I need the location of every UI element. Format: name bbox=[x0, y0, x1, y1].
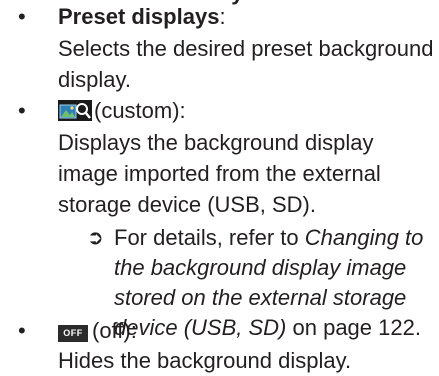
preset-colon: : bbox=[219, 4, 226, 29]
bullet-off: • bbox=[18, 318, 26, 343]
note-prefix: For details, refer to bbox=[114, 225, 305, 250]
custom-title: (custom): bbox=[94, 98, 186, 123]
item-title-off: OFF (off): bbox=[58, 316, 137, 346]
off-icon: OFF bbox=[58, 325, 88, 342]
bullet-preset: • bbox=[18, 4, 26, 29]
custom-note: For details, refer to Changing to the ba… bbox=[114, 223, 434, 343]
item-title-preset: Preset displays: bbox=[58, 2, 226, 32]
preset-title: Preset displays bbox=[58, 4, 220, 29]
manual-page: • Select the item you want to set. • Pre… bbox=[0, 0, 439, 373]
item-body-preset: Selects the desired preset background di… bbox=[58, 36, 434, 92]
off-title: (off): bbox=[92, 318, 137, 343]
item-body-off: Hides the background display. bbox=[58, 348, 352, 373]
note-suffix: on page 122. bbox=[286, 315, 421, 340]
bullet-custom: • bbox=[18, 98, 26, 123]
arrow-icon: ➲ bbox=[87, 227, 104, 249]
item-body-custom: Displays the background display image im… bbox=[58, 130, 381, 217]
item-title-custom: (custom): bbox=[58, 96, 186, 126]
custom-image-search-icon bbox=[58, 99, 92, 121]
